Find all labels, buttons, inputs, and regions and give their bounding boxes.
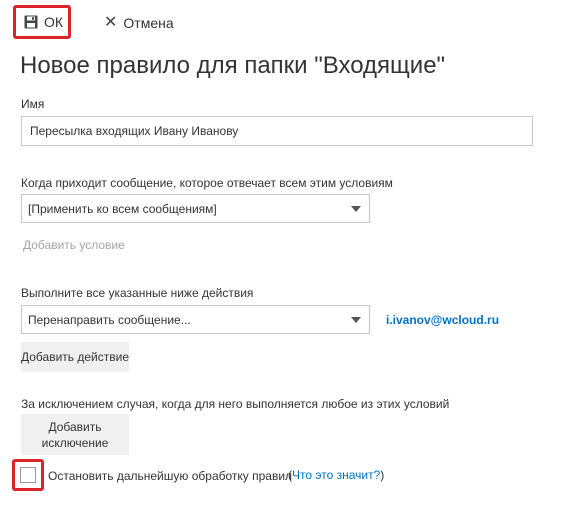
add-exception-label-line2: исключение bbox=[41, 435, 109, 450]
caret-down-icon bbox=[351, 317, 361, 323]
name-label: Имя bbox=[21, 97, 45, 111]
action-select[interactable]: Перенаправить сообщение... bbox=[21, 305, 370, 334]
cancel-button-label: Отмена bbox=[123, 15, 174, 31]
exception-label: За исключением случая, когда для него вы… bbox=[21, 397, 450, 411]
condition-select-value: [Применить ко всем сообщениям] bbox=[28, 201, 217, 216]
stop-processing-checkbox-highlight bbox=[12, 459, 44, 491]
stop-processing-label: Остановить дальнейшую обработку правил bbox=[48, 469, 293, 483]
caret-down-icon bbox=[351, 206, 361, 212]
save-icon bbox=[24, 15, 38, 29]
add-exception-button[interactable]: Добавить исключение bbox=[21, 414, 129, 455]
condition-select[interactable]: [Применить ко всем сообщениям] bbox=[21, 194, 370, 223]
help-link[interactable]: Что это значит? bbox=[292, 468, 380, 482]
add-exception-label-line1: Добавить bbox=[48, 419, 102, 434]
condition-label: Когда приходит сообщение, которое отвеча… bbox=[21, 176, 393, 190]
stop-processing-checkbox[interactable] bbox=[20, 467, 36, 483]
close-icon: ✕ bbox=[104, 14, 118, 31]
recipient-link[interactable]: i.ivanov@wcloud.ru bbox=[386, 313, 499, 327]
help-text: (Что это значит?) bbox=[288, 468, 384, 482]
add-action-label: Добавить действие bbox=[21, 350, 129, 364]
ok-button-label: ОК bbox=[44, 14, 64, 30]
action-label: Выполните все указанные ниже действия bbox=[21, 286, 254, 300]
cancel-button[interactable]: ✕ Отмена bbox=[104, 12, 174, 34]
rule-name-input[interactable] bbox=[21, 116, 533, 146]
action-select-value: Перенаправить сообщение... bbox=[28, 312, 191, 327]
page-title: Новое правило для папки "Входящие" bbox=[20, 52, 446, 79]
ok-button[interactable]: ОК bbox=[13, 5, 71, 39]
new-rule-page: ОК ✕ Отмена Новое правило для папки "Вхо… bbox=[0, 0, 570, 525]
help-close-paren: ) bbox=[380, 468, 385, 482]
add-condition-link: Добавить условие bbox=[23, 238, 125, 252]
add-action-button[interactable]: Добавить действие bbox=[21, 342, 129, 372]
